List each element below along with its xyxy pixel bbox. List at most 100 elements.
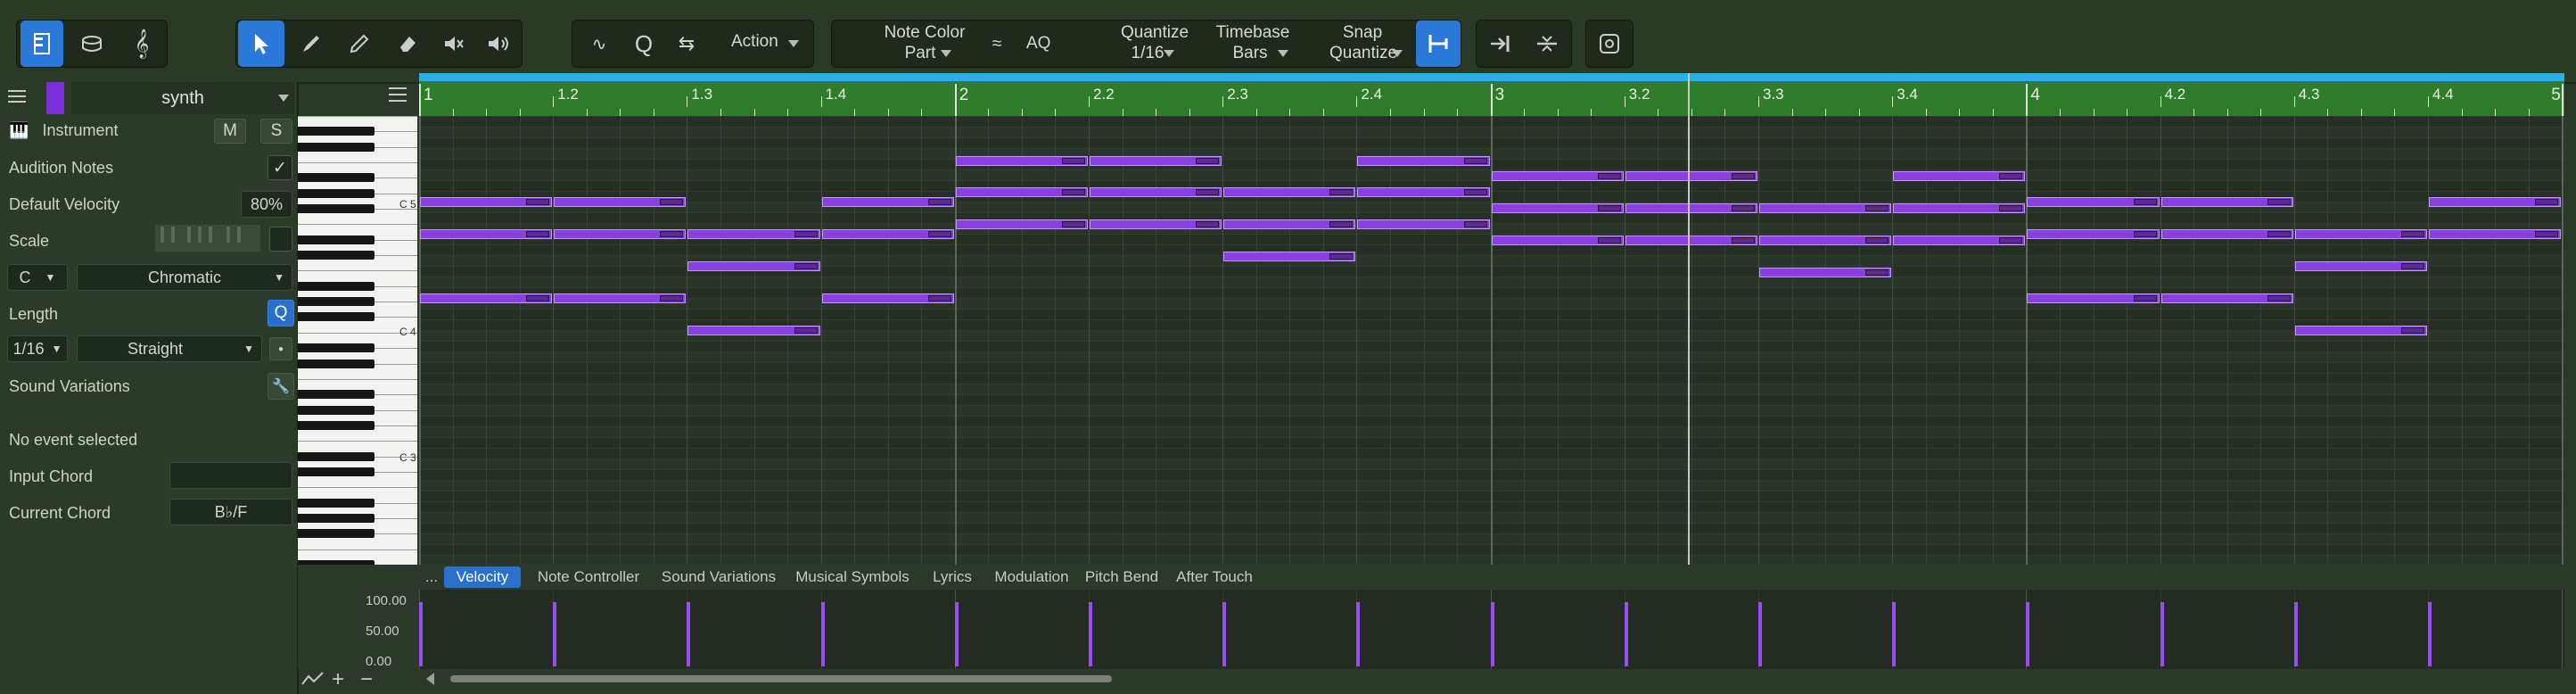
black-key[interactable] (298, 467, 374, 476)
midi-note[interactable] (2027, 229, 2160, 239)
black-key[interactable] (298, 142, 374, 152)
velocity-bar[interactable] (419, 602, 423, 666)
scale-root-select[interactable]: C ▼ (7, 264, 68, 291)
score-editor-icon[interactable]: 𝄞 (120, 21, 163, 67)
scroll-left-icon[interactable] (426, 673, 434, 685)
velocity-bar[interactable] (553, 602, 557, 666)
midi-note[interactable] (1223, 187, 1356, 197)
black-key[interactable] (298, 281, 374, 291)
piano-roll-icon[interactable] (21, 21, 63, 67)
midi-note[interactable] (1625, 235, 1757, 245)
midi-note[interactable] (2027, 197, 2160, 207)
midi-note[interactable] (420, 293, 553, 303)
length-select[interactable]: 1/16 ▼ (7, 335, 68, 362)
loop-range-bar[interactable] (419, 73, 2564, 81)
black-key[interactable] (298, 513, 374, 523)
lane-tab-note-controller[interactable]: Note Controller (526, 566, 651, 588)
add-lane-icon[interactable]: + (332, 667, 344, 692)
white-key-border[interactable] (298, 487, 417, 489)
velocity-bar[interactable] (2293, 602, 2298, 666)
midi-note[interactable] (1357, 219, 1490, 229)
length-mode-select[interactable]: Straight ▼ (77, 335, 262, 362)
black-key[interactable] (298, 451, 374, 461)
eraser-tool-icon[interactable] (384, 21, 431, 67)
midi-note[interactable] (2027, 293, 2160, 303)
white-key-border[interactable] (298, 549, 417, 550)
midi-note[interactable] (554, 229, 687, 239)
white-key-border[interactable] (298, 270, 417, 272)
midi-note[interactable] (821, 293, 954, 303)
lane-tab-lyrics[interactable]: Lyrics (922, 566, 983, 588)
black-key[interactable] (298, 297, 374, 307)
velocity-lane[interactable] (419, 590, 2564, 669)
midi-note[interactable] (1893, 235, 2026, 245)
black-key[interactable] (298, 529, 374, 539)
iterative-quantize-icon[interactable]: ≈ (975, 21, 1019, 67)
length-options-icon[interactable]: ● (269, 337, 292, 360)
piano-keyboard[interactable]: C 5 C 4 C 3 (298, 116, 417, 565)
midi-note[interactable] (955, 187, 1088, 197)
velocity-bar[interactable] (1490, 602, 1494, 666)
midi-note[interactable] (2294, 261, 2427, 271)
midi-note[interactable] (1090, 156, 1222, 166)
black-key[interactable] (298, 188, 374, 198)
black-key[interactable] (298, 312, 374, 322)
mute-tool-icon[interactable] (431, 21, 477, 67)
lane-tab-musical-symbols[interactable]: Musical Symbols (786, 566, 918, 588)
note-grid[interactable] (419, 116, 2564, 565)
midi-note[interactable] (420, 197, 553, 207)
inspector-menu-icon[interactable] (7, 89, 27, 103)
midi-note[interactable] (955, 156, 1088, 166)
black-key[interactable] (298, 204, 374, 214)
white-key-border[interactable] (298, 116, 417, 117)
black-key[interactable] (298, 390, 374, 400)
velocity-bar[interactable] (1758, 602, 1762, 666)
midi-note[interactable] (2429, 197, 2562, 207)
zoom-full-icon[interactable] (1586, 21, 1633, 67)
aq-button[interactable]: AQ (1026, 34, 1050, 54)
midi-note[interactable] (2294, 229, 2427, 239)
velocity-bar[interactable] (1892, 602, 1897, 666)
midi-note[interactable] (1223, 252, 1356, 261)
lane-tab-velocity[interactable]: Velocity (444, 566, 521, 588)
velocity-bar[interactable] (687, 602, 691, 666)
midi-note[interactable] (2160, 197, 2293, 207)
midi-note[interactable] (1090, 219, 1222, 229)
velocity-bar[interactable] (1356, 602, 1361, 666)
midi-note[interactable] (554, 197, 687, 207)
wrench-icon[interactable]: 🔧 (267, 373, 294, 400)
white-key-border[interactable] (298, 162, 417, 164)
midi-note[interactable] (2294, 326, 2427, 335)
default-velocity-input[interactable]: 80% (241, 191, 292, 218)
arrow-tool-icon[interactable] (238, 21, 284, 67)
midi-note[interactable] (2429, 229, 2562, 239)
black-key[interactable] (298, 343, 374, 353)
track-name-field[interactable]: synth (71, 82, 294, 114)
midi-note[interactable] (2160, 229, 2293, 239)
midi-note[interactable] (1357, 187, 1490, 197)
midi-note[interactable] (687, 326, 820, 335)
mute-button[interactable]: M (214, 119, 246, 144)
midi-note[interactable] (687, 229, 820, 239)
midi-note[interactable] (1893, 171, 2026, 181)
velocity-bar[interactable] (1624, 602, 1628, 666)
lane-tab-modulation[interactable]: Modulation (990, 566, 1074, 588)
scale-type-select[interactable]: Chromatic ▼ (77, 264, 292, 291)
black-key[interactable] (298, 173, 374, 183)
midi-note[interactable] (1491, 235, 1624, 245)
midi-note[interactable] (1625, 171, 1757, 181)
white-key-border[interactable] (298, 378, 417, 380)
editor-menu-icon[interactable] (387, 86, 408, 103)
velocity-bar[interactable] (954, 602, 959, 666)
horizontal-scrollbar[interactable] (450, 675, 1112, 682)
black-key[interactable] (298, 405, 374, 415)
velocity-bar[interactable] (1222, 602, 1227, 666)
midi-note[interactable] (1223, 219, 1356, 229)
input-chord-field[interactable] (169, 462, 292, 489)
midi-note[interactable] (955, 219, 1088, 229)
velocity-bar[interactable] (820, 602, 825, 666)
black-key[interactable] (298, 420, 374, 430)
midi-note[interactable] (1491, 171, 1624, 181)
midi-note[interactable] (821, 229, 954, 239)
midi-note[interactable] (1759, 203, 1892, 213)
